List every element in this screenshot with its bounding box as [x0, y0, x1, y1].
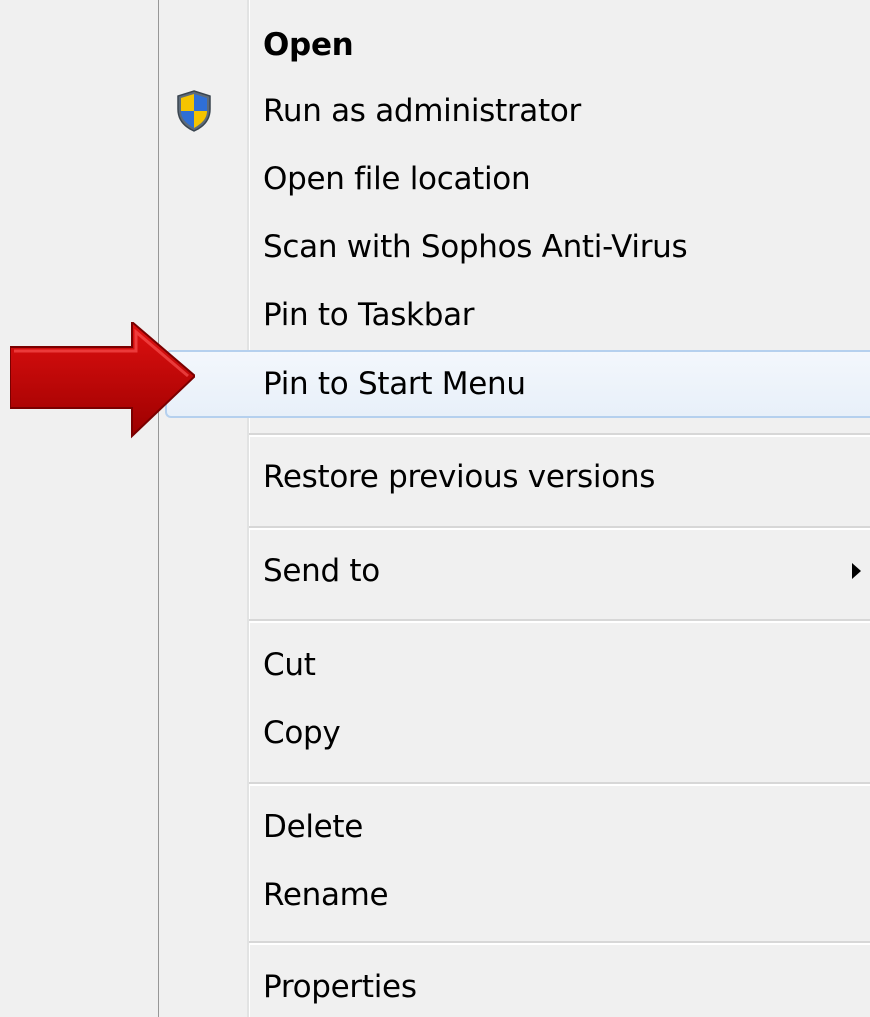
menu-item-label: Scan with Sophos Anti-Virus	[263, 229, 688, 265]
menu-item-open[interactable]: Open	[159, 14, 870, 76]
menu-item-run-as-administrator[interactable]: Run as administrator	[159, 80, 870, 142]
menu-item-cut[interactable]: Cut	[159, 634, 870, 696]
menu-item-label: Open	[263, 27, 354, 63]
menu-item-label: Pin to Start Menu	[263, 366, 526, 402]
screenshot-stage: Open Run as administrator Open file loca…	[0, 0, 870, 1017]
menu-item-label: Properties	[263, 969, 417, 1005]
menu-item-label: Open file location	[263, 161, 531, 197]
menu-item-label: Run as administrator	[263, 93, 581, 129]
menu-item-pin-to-taskbar[interactable]: Pin to Taskbar	[159, 284, 870, 346]
red-pointer-arrow-icon	[10, 322, 195, 439]
menu-item-delete[interactable]: Delete	[159, 796, 870, 858]
menu-item-label: Copy	[263, 715, 341, 751]
menu-item-pin-to-start-menu[interactable]: Pin to Start Menu	[165, 350, 870, 418]
menu-item-label: Cut	[263, 647, 316, 683]
menu-separator	[249, 782, 870, 786]
menu-separator	[249, 526, 870, 530]
menu-item-send-to[interactable]: Send to	[159, 540, 870, 602]
menu-item-label: Rename	[263, 877, 389, 913]
menu-item-label: Pin to Taskbar	[263, 297, 475, 333]
menu-separator	[249, 619, 870, 623]
menu-separator	[249, 941, 870, 945]
uac-shield-icon	[177, 90, 211, 132]
context-menu: Open Run as administrator Open file loca…	[158, 0, 870, 1017]
menu-item-restore-previous-versions[interactable]: Restore previous versions	[159, 446, 870, 508]
menu-separator	[249, 433, 870, 437]
menu-item-scan-with-sophos[interactable]: Scan with Sophos Anti-Virus	[159, 216, 870, 278]
menu-item-properties[interactable]: Properties	[159, 956, 870, 1017]
menu-item-copy[interactable]: Copy	[159, 702, 870, 764]
menu-item-label: Send to	[263, 553, 380, 589]
menu-item-open-file-location[interactable]: Open file location	[159, 148, 870, 210]
submenu-arrow-icon	[852, 563, 861, 579]
menu-item-rename[interactable]: Rename	[159, 864, 870, 926]
menu-item-label: Delete	[263, 809, 364, 845]
menu-item-label: Restore previous versions	[263, 459, 656, 495]
